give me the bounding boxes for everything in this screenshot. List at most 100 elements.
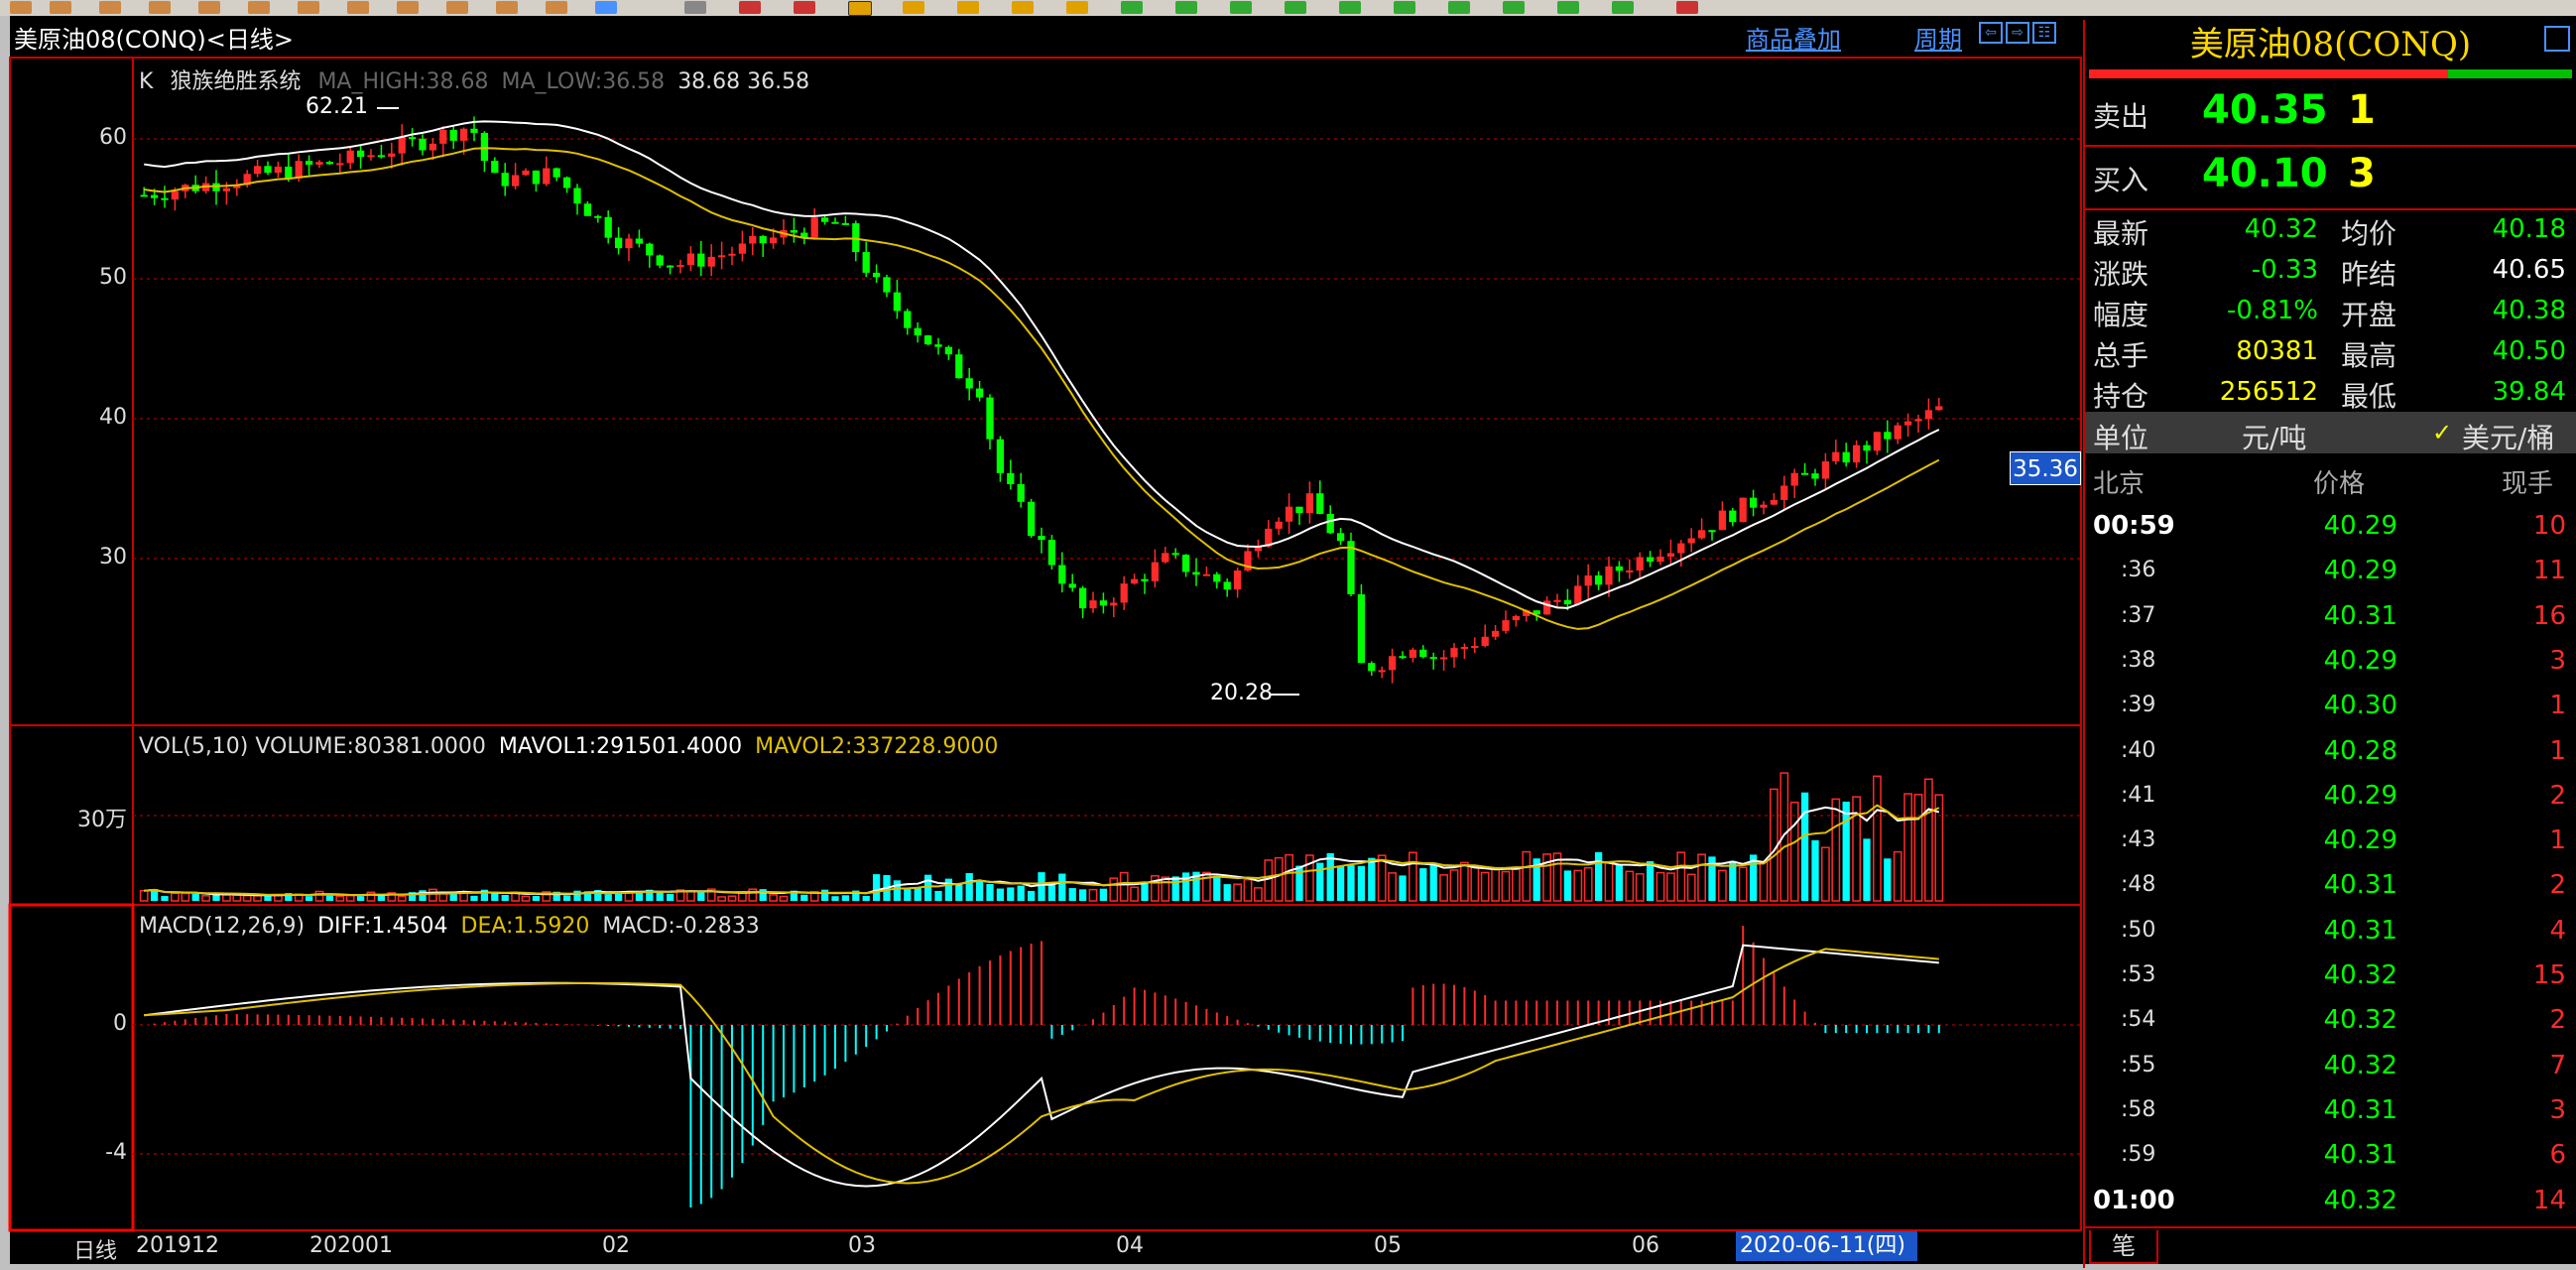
stat-value-avg: 40.18 <box>2492 214 2566 244</box>
overlay-commodity-link[interactable]: 商品叠加 <box>1746 20 1841 55</box>
tick-volume: 1 <box>2549 735 2566 766</box>
volume-bar <box>1697 853 1706 902</box>
tick-price: 40.31 <box>2323 1094 2397 1125</box>
candle-body <box>604 216 612 238</box>
volume-bar <box>1285 853 1293 902</box>
volume-bar <box>161 896 169 901</box>
volume-bar <box>511 892 520 902</box>
candle-body <box>717 255 726 258</box>
volume-bar <box>727 895 737 902</box>
tick-price: 40.31 <box>2323 870 2397 901</box>
volume-bar <box>201 895 210 902</box>
tick-volume: 2 <box>2549 1005 2566 1036</box>
candle-body <box>1388 656 1397 671</box>
candle-body <box>1378 670 1386 673</box>
volume-bar <box>1893 850 1902 902</box>
volume-bar <box>944 878 953 901</box>
volume-bar <box>1109 877 1119 902</box>
volume-bars <box>139 772 1944 902</box>
candle-body <box>1099 600 1108 606</box>
volume-bar <box>1738 866 1748 902</box>
tab-trades[interactable]: 笔 <box>2089 1230 2158 1264</box>
candle-body <box>161 197 169 200</box>
volume-bar <box>1347 864 1355 901</box>
layout-button[interactable]: ☷ <box>2032 22 2056 44</box>
volume-bar <box>335 895 345 902</box>
volume-bar <box>562 895 571 901</box>
ticks-header-time: 北京 <box>2093 469 2146 499</box>
stat-label-range: 幅度 <box>2093 299 2149 331</box>
candle-body <box>1563 599 1572 605</box>
x-tick-05: 05 <box>1374 1233 1402 1258</box>
tick-time: :53 <box>2121 962 2156 987</box>
candle-body <box>872 272 881 278</box>
candle-body <box>419 138 427 151</box>
candle-body <box>1873 432 1882 451</box>
candle-body <box>975 388 984 398</box>
volume-bar <box>1563 870 1572 901</box>
volume-bar <box>1729 860 1737 901</box>
candle-body <box>522 170 530 176</box>
tick-row: :36 40.29 11 <box>2085 556 2576 595</box>
candle-body <box>1790 472 1798 486</box>
tick-volume: 4 <box>2549 915 2566 946</box>
candle-body <box>1811 473 1819 479</box>
candle-body <box>1553 599 1561 602</box>
divider <box>2085 145 2576 147</box>
volume-bar <box>1078 889 1087 901</box>
scroll-right-button[interactable]: ⇨ <box>2006 22 2029 44</box>
candle-body <box>820 217 829 222</box>
candle-body <box>264 166 272 174</box>
candle-body <box>852 223 860 253</box>
volume-bar <box>1512 868 1521 902</box>
tick-time: :54 <box>2121 1007 2156 1033</box>
sell-qty: 1 <box>2348 87 2376 133</box>
stat-value-latest: 40.32 <box>2244 214 2318 244</box>
macd-y-tick-0: 0 <box>113 1011 127 1036</box>
tick-time: :37 <box>2121 602 2156 628</box>
candle-body <box>1821 460 1830 479</box>
cursor-date-badge: 2020-06-11(四) <box>1736 1231 1917 1261</box>
volume-bar <box>862 895 870 901</box>
candle-body <box>1914 419 1922 422</box>
unit-cny-option[interactable]: 元/吨 <box>2242 417 2306 456</box>
volume-legend: VOL(5,10) VOLUME:80381.0000 MAVOL1:29150… <box>139 734 998 759</box>
stat-label-prev-settle: 昨结 <box>2341 258 2397 291</box>
candle-body <box>944 346 953 355</box>
tick-row: 00:59 40.29 10 <box>2085 511 2576 551</box>
volume-bar <box>1254 887 1263 902</box>
candle-body <box>449 129 457 141</box>
candle-body <box>336 163 344 166</box>
stat-label-avg: 均价 <box>2341 217 2397 250</box>
unit-usd-option[interactable]: 美元/桶 <box>2462 417 2554 456</box>
volume-bar <box>1615 864 1624 901</box>
scroll-left-button[interactable]: ⇦ <box>1979 22 2003 44</box>
volume-bar <box>171 892 180 902</box>
period-link[interactable]: 周期 <box>1914 20 1962 55</box>
period-label[interactable]: 日线 <box>73 1233 117 1265</box>
candle-body <box>1646 557 1655 563</box>
candle-body <box>1832 451 1840 461</box>
y-tick-40: 40 <box>99 405 127 430</box>
candle-body <box>1305 493 1314 514</box>
volume-bar <box>532 896 541 901</box>
volume-bar <box>1171 876 1179 901</box>
candle-body <box>1460 647 1469 650</box>
candle-body <box>1316 493 1324 514</box>
volume-bar <box>666 893 675 901</box>
candle-body <box>759 235 767 244</box>
candle-body <box>625 238 633 249</box>
low-marker-label: 20.28 <box>1210 681 1273 705</box>
volume-bar <box>242 894 252 902</box>
x-tick-04: 04 <box>1116 1233 1144 1258</box>
candle-body <box>398 137 406 154</box>
candle-body <box>1047 540 1056 566</box>
candle-body <box>996 439 1005 473</box>
candle-body <box>356 150 365 158</box>
volume-bar <box>1357 865 1366 901</box>
volume-bar <box>1573 869 1583 902</box>
x-tick-03: 03 <box>848 1233 876 1258</box>
volume-bar <box>1223 884 1231 901</box>
detach-panel-icon[interactable] <box>2544 26 2570 52</box>
chart-canvas[interactable] <box>0 0 2083 1270</box>
